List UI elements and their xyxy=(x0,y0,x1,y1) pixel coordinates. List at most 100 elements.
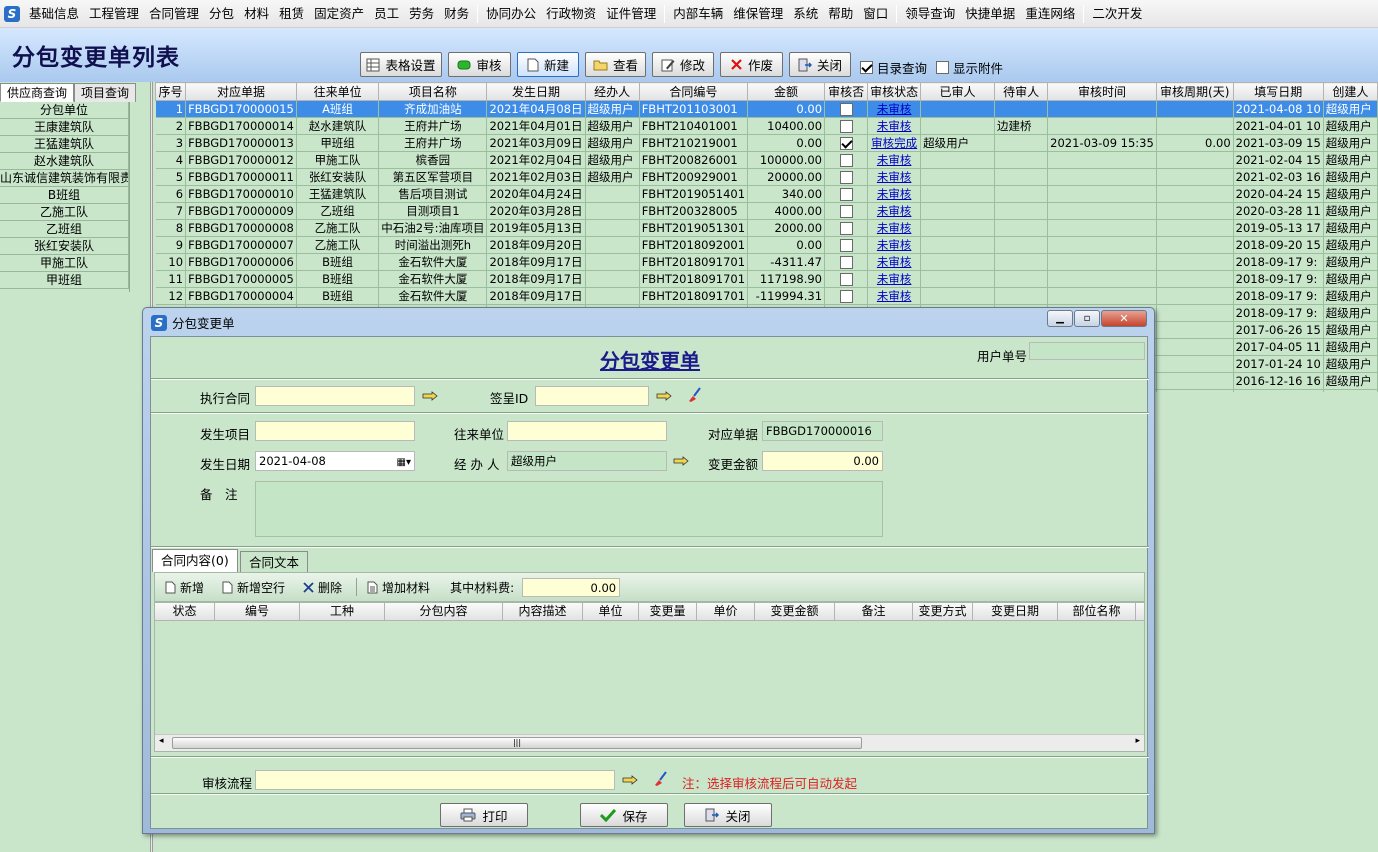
list-item[interactable]: 王猛建筑队 xyxy=(0,136,129,153)
menu-window[interactable]: 窗口 xyxy=(858,0,893,28)
audit-status-link[interactable]: 未审核 xyxy=(877,187,912,201)
menu-vehicles[interactable]: 内部车辆 xyxy=(668,0,728,28)
list-item[interactable]: 王康建筑队 xyxy=(0,119,129,136)
audit-status-link[interactable]: 未审核 xyxy=(877,204,912,218)
table-row[interactable]: 2 FBBGD170000014 赵水建筑队 王府井广场 2021年04月01日 超级用户… xyxy=(155,117,1378,135)
detail-column-header[interactable]: 变更金额 xyxy=(755,603,835,620)
column-header[interactable]: 审核否 xyxy=(824,82,869,101)
audit-status-link[interactable]: 未审核 xyxy=(877,272,912,286)
table-row[interactable]: 12 FBBGD170000004 B班组 金石软件大厦 2018年09月17日 FBHT… xyxy=(155,287,1378,305)
pointing-hand-icon[interactable] xyxy=(622,774,638,786)
sign-id-field[interactable] xyxy=(535,386,649,406)
voucher-field[interactable]: FBBGD170000016 xyxy=(762,421,883,441)
material-fee-field[interactable]: 0.00 xyxy=(522,577,621,597)
detail-delete-button[interactable]: 删除 xyxy=(303,579,342,596)
column-header[interactable]: 审核状态 xyxy=(867,82,922,101)
menu-material[interactable]: 材料 xyxy=(239,0,274,28)
column-header[interactable]: 发生日期 xyxy=(486,82,586,101)
detail-column-header[interactable]: 编号 xyxy=(215,603,300,620)
audit-status-link[interactable]: 未审核 xyxy=(877,255,912,269)
column-header[interactable]: 填写日期 xyxy=(1232,82,1324,101)
table-row[interactable]: 8 FBBGD170000008 乙施工队 中石油2号:油库项目 2019年05月13日… xyxy=(155,219,1378,237)
detail-new-button[interactable]: 新增 xyxy=(165,579,204,596)
edit-button[interactable]: 修改 xyxy=(652,52,714,77)
column-header[interactable]: 合同编号 xyxy=(638,82,749,101)
menu-reconnect[interactable]: 重连网络 xyxy=(1020,0,1080,28)
pointing-hand-icon[interactable] xyxy=(422,390,438,402)
audit-button[interactable]: 审核 xyxy=(448,52,511,77)
window-close-button[interactable]: ✕ xyxy=(1101,310,1147,327)
menu-subcontract[interactable]: 分包 xyxy=(204,0,239,28)
detail-new-empty-row-button[interactable]: 新增空行 xyxy=(222,579,285,596)
save-button[interactable]: 保存 xyxy=(580,803,668,827)
horizontal-scrollbar[interactable]: ◂ ||| ▸ xyxy=(155,734,1144,751)
checkbox-icon[interactable] xyxy=(839,188,853,201)
menu-staff[interactable]: 员工 xyxy=(369,0,404,28)
checkbox-icon[interactable] xyxy=(839,256,853,269)
tab-project-query[interactable]: 项目查询 xyxy=(74,83,137,102)
audit-status-link[interactable]: 未审核 xyxy=(877,289,912,303)
table-row[interactable]: 6 FBBGD170000010 王猛建筑队 售后项目测试 2020年04月24日 FBH… xyxy=(155,185,1378,203)
detail-column-header[interactable]: 工种 xyxy=(300,603,385,620)
audit-status-link[interactable]: 审核完成 xyxy=(871,136,917,150)
close-button[interactable]: 关闭 xyxy=(789,52,851,77)
menu-collab[interactable]: 协同办公 xyxy=(481,0,541,28)
scroll-thumb[interactable]: ||| xyxy=(172,737,862,749)
audit-status-link[interactable]: 未审核 xyxy=(877,238,912,252)
menu-labor[interactable]: 劳务 xyxy=(404,0,439,28)
column-header[interactable]: 往来单位 xyxy=(295,82,380,101)
column-header[interactable]: 已审人 xyxy=(920,82,995,101)
list-item[interactable]: 山东诚信建筑装饰有限责 xyxy=(0,170,129,187)
handler-field[interactable]: 超级用户 xyxy=(507,451,667,471)
clear-brush-icon[interactable] xyxy=(652,771,668,787)
pointing-hand-icon[interactable] xyxy=(673,455,689,467)
view-button[interactable]: 查看 xyxy=(585,52,646,77)
table-row[interactable]: 7 FBBGD170000009 乙班组 目测项目1 2020年03月28日 FBHT20… xyxy=(155,202,1378,220)
table-row[interactable]: 5 FBBGD170000011 张红安装队 第五区军营项目 2021年02月03日 超级… xyxy=(155,168,1378,186)
menu-help[interactable]: 帮助 xyxy=(823,0,858,28)
menu-lease[interactable]: 租赁 xyxy=(274,0,309,28)
checkbox-icon[interactable] xyxy=(839,154,853,167)
menu-project[interactable]: 工程管理 xyxy=(84,0,144,28)
show-attachments-checkbox[interactable]: 显示附件 xyxy=(936,58,1003,77)
scroll-right-icon[interactable]: ▸ xyxy=(1135,736,1140,746)
minimize-button[interactable]: ▁ xyxy=(1047,310,1073,327)
catalog-query-checkbox[interactable]: 目录查询 xyxy=(860,58,927,77)
column-header[interactable]: 对应单据 xyxy=(185,82,297,101)
tab-supplier-query[interactable]: 供应商查询 xyxy=(0,83,75,102)
menu-system[interactable]: 系统 xyxy=(788,0,823,28)
scroll-left-icon[interactable]: ◂ xyxy=(159,736,164,746)
menu-fixed-assets[interactable]: 固定资产 xyxy=(309,0,369,28)
detail-column-header[interactable]: 分包内容 xyxy=(385,603,503,620)
menu-certificates[interactable]: 证件管理 xyxy=(601,0,661,28)
table-row[interactable]: 1 FBBGD170000015 A班组 齐成加油站 2021年04月08日 超级用户 FB… xyxy=(155,100,1378,118)
column-header[interactable]: 项目名称 xyxy=(378,82,488,101)
add-material-button[interactable]: 增加材料 xyxy=(367,579,430,596)
void-button[interactable]: 作废 xyxy=(720,52,783,77)
table-row[interactable]: 4 FBBGD170000012 甲施工队 槟香园 2021年02月04日 超级用户 FBH… xyxy=(155,151,1378,169)
menu-basic-info[interactable]: 基础信息 xyxy=(24,0,84,28)
column-header[interactable]: 经办人 xyxy=(584,82,640,101)
table-row[interactable]: 11 FBBGD170000005 B班组 金石软件大厦 2018年09月17日 FBHT… xyxy=(155,270,1378,288)
column-header[interactable]: 金额 xyxy=(747,82,826,101)
checkbox-icon[interactable] xyxy=(839,239,853,252)
tab-contract-text[interactable]: 合同文本 xyxy=(240,551,309,573)
column-header[interactable]: 序号 xyxy=(155,82,187,101)
menu-quick-docs[interactable]: 快捷单据 xyxy=(960,0,1020,28)
detail-column-header[interactable]: 单位 xyxy=(583,603,639,620)
audit-status-link[interactable]: 未审核 xyxy=(877,221,912,235)
detail-column-header[interactable]: 部位名称 xyxy=(1058,603,1136,620)
party-field[interactable] xyxy=(507,421,667,441)
change-amount-field[interactable]: 0.00 xyxy=(762,451,883,471)
checkbox-icon[interactable] xyxy=(839,205,853,218)
table-row[interactable]: 9 FBBGD170000007 乙施工队 时间溢出测死h 2018年09月20日 FBH… xyxy=(155,236,1378,254)
checkbox-icon[interactable] xyxy=(839,137,853,150)
column-header[interactable]: 审核周期(天) xyxy=(1155,82,1234,101)
contract-field[interactable] xyxy=(255,386,415,406)
table-settings-button[interactable]: 表格设置 xyxy=(360,52,442,77)
column-header[interactable]: 创建人 xyxy=(1322,82,1378,101)
date-field[interactable]: 2021-04-08 ▦▾ xyxy=(255,451,415,471)
list-item[interactable]: B班组 xyxy=(0,187,129,204)
list-item[interactable]: 张红安装队 xyxy=(0,238,129,255)
detail-column-header[interactable]: 变更量 xyxy=(639,603,697,620)
